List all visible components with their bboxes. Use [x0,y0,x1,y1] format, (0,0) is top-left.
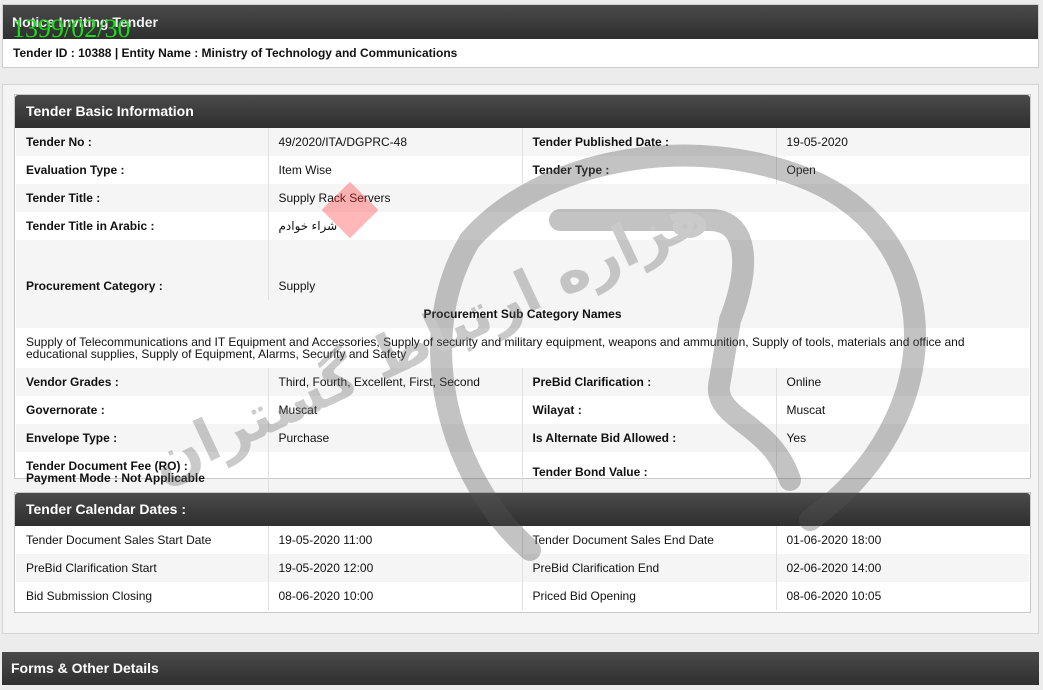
calendar-label: Tender Document Sales End Date [521,526,776,554]
table-row: Tender Title in Arabic : شراء خوادم [16,212,1029,240]
tender-no-value: 49/2020/ITA/DGPRC-48 [267,128,522,156]
wilayat-label: Wilayat : [521,396,776,424]
table-row: Vendor Grades : Third, Fourth, Excellent… [16,368,1029,396]
vendor-grades-value: Third, Fourth, Excellent, First, Second [267,368,522,396]
calendar-value: 01-06-2020 18:00 [775,526,1029,554]
table-row: Procurement Sub Category Names [16,300,1029,328]
tender-title-label: Tender Title : [16,184,268,212]
table-row: Tender Document Sales Start Date 19-05-2… [16,526,1029,554]
procurement-category-label: Procurement Category : [16,240,268,300]
arabic-title-value: شراء خوادم [267,212,1029,240]
calendar-value: 19-05-2020 11:00 [267,526,522,554]
envelope-type-value: Purchase [267,424,522,452]
calendar-header: Tender Calendar Dates : [15,493,1030,526]
procurement-category-value: Supply [267,240,1029,300]
table-row: Bid Submission Closing 08-06-2020 10:00 … [16,582,1029,610]
calendar-section: Tender Calendar Dates : Tender Document … [14,492,1031,613]
notice-title: Notice Inviting Tender [3,5,1038,39]
table-row: Tender No : 49/2020/ITA/DGPRC-48 Tender … [16,128,1029,156]
date-stamp: 1399/02/30 [12,14,131,43]
calendar-label: Tender Document Sales Start Date [26,533,212,547]
table-row: Evaluation Type : Item Wise Tender Type … [16,156,1029,184]
calendar-label: PreBid Clarification Start [16,554,268,582]
tender-title-value: Supply Rack Servers [267,184,1029,212]
table-row: Tender Document Fee (RO) : Payment Mode … [16,452,1029,492]
calendar-value: 08-06-2020 10:00 [267,582,522,610]
calendar-value: 19-05-2020 12:00 [267,554,522,582]
tender-details-panel: Tender Basic Information Tender No : 49/… [2,84,1039,634]
calendar-value: 08-06-2020 10:05 [775,582,1029,610]
calendar-table: Tender Document Sales Start Date 19-05-2… [16,526,1029,610]
governorate-label: Governorate : [26,403,105,417]
alternate-bid-label: Is Alternate Bid Allowed : [521,424,776,452]
evaluation-type-label: Evaluation Type : [26,163,125,177]
governorate-value: Muscat [267,396,522,424]
prebid-clarification-label: PreBid Clarification : [521,368,776,396]
basic-info-header: Tender Basic Information [15,95,1030,128]
evaluation-type-value: Item Wise [267,156,522,184]
forms-header: Forms & Other Details [2,652,1039,685]
alternate-bid-value: Yes [775,424,1029,452]
table-row: Supply of Telecommunications and IT Equi… [16,328,1029,368]
vendor-grades-label: Vendor Grades : [16,368,268,396]
payment-mode-label: Payment Mode : Not Applicable [26,471,205,485]
table-row: Procurement Category : Supply [16,240,1029,300]
calendar-label: Bid Submission Closing [26,589,153,603]
table-row: Envelope Type : Purchase Is Alternate Bi… [16,424,1029,452]
tender-type-value: Open [775,156,1029,184]
published-date-label: Tender Published Date : [521,128,776,156]
notice-panel: Notice Inviting Tender Tender ID : 10388… [2,4,1039,68]
basic-info-section: Tender Basic Information Tender No : 49/… [14,94,1031,492]
calendar-label: Priced Bid Opening [521,582,776,610]
table-row: PreBid Clarification Start 19-05-2020 12… [16,554,1029,582]
tender-bond-value [775,452,1029,492]
prebid-clarification-value: Online [775,368,1029,396]
calendar-value: 02-06-2020 14:00 [775,554,1029,582]
document-fee-value [267,452,522,492]
calendar-label: PreBid Clarification End [521,554,776,582]
published-date-value: 19-05-2020 [775,128,1029,156]
tender-no-label: Tender No : [16,128,268,156]
arabic-title-label: Tender Title in Arabic : [26,219,155,233]
subcategory-list: Supply of Telecommunications and IT Equi… [26,335,965,361]
tender-bond-label: Tender Bond Value : [521,452,776,492]
table-row: Governorate : Muscat Wilayat : Muscat [16,396,1029,424]
document-fee-cell: Tender Document Fee (RO) : Payment Mode … [16,452,268,492]
subcategory-header: Procurement Sub Category Names [16,300,1029,328]
basic-info-table: Tender No : 49/2020/ITA/DGPRC-48 Tender … [16,128,1029,492]
forms-panel: Forms & Other Details [2,652,1039,690]
tender-type-label: Tender Type : [521,156,776,184]
wilayat-value: Muscat [775,396,1029,424]
tender-id-entity: Tender ID : 10388 | Entity Name : Minist… [13,46,458,60]
envelope-type-label: Envelope Type : [16,424,268,452]
table-row: Tender Title : Supply Rack Servers [16,184,1029,212]
